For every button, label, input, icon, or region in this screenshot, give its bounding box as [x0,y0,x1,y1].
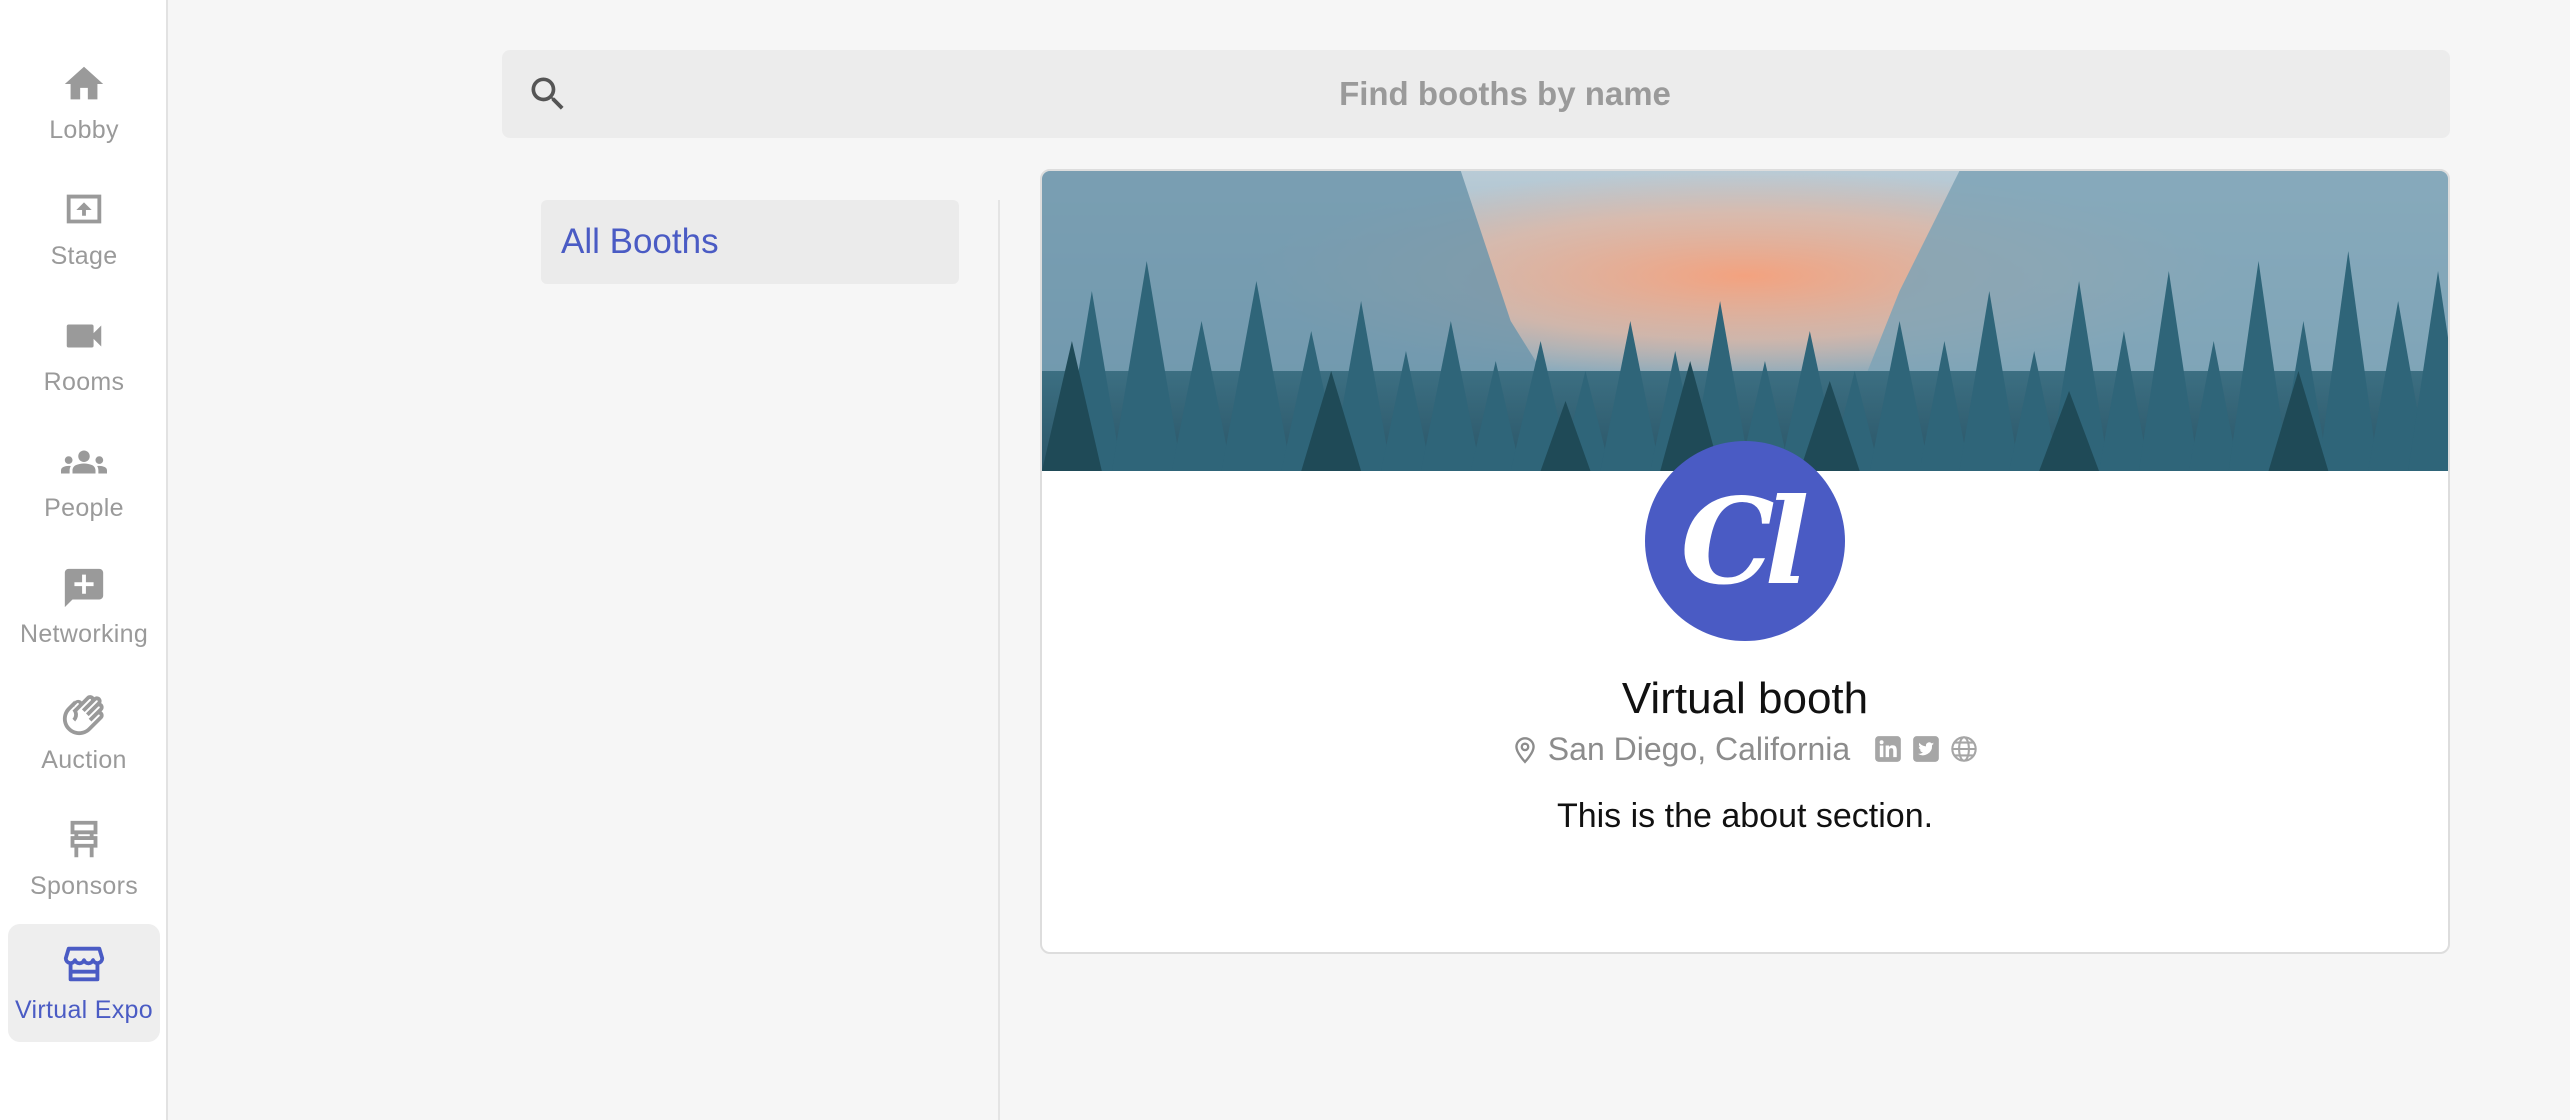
nav-item-label: Sponsors [29,872,138,900]
nav-item-label: Lobby [49,116,119,144]
search-icon[interactable] [526,72,570,116]
nav-item-networking[interactable]: Networking [8,548,160,666]
column-divider [998,200,1000,1120]
booth-card[interactable]: Cl Virtual booth San Diego, California T… [1040,169,2450,954]
twitter-icon[interactable] [1912,735,1940,763]
booth-about: This is the about section. [1556,797,1934,835]
nav-item-people[interactable]: People [8,422,160,540]
booth-location: San Diego, California [1547,731,1851,767]
nav-item-label: People [44,494,124,522]
linkedin-icon[interactable] [1874,735,1902,763]
storefront-icon [61,941,107,987]
nav-item-label: Virtual Expo [15,996,153,1024]
nav-item-label: Stage [50,242,118,270]
stage-icon [61,187,107,233]
nav-item-stage[interactable]: Stage [8,170,160,288]
people-icon [61,439,107,485]
booth-logo: Cl [1645,441,1845,641]
nav-item-lobby[interactable]: Lobby [8,44,160,162]
nav-item-label: Networking [19,620,149,648]
hands-icon [61,691,107,737]
globe-icon[interactable] [1950,735,1978,763]
nav-item-label: Rooms [43,368,125,396]
chat-plus-icon [61,565,107,611]
booth-name: Virtual booth [1621,674,1869,723]
left-nav-rail: Lobby Stage Rooms People Networking Auct… [0,0,168,1120]
booth-search-bar [502,50,2450,138]
nav-item-rooms[interactable]: Rooms [8,296,160,414]
sponsor-icon [61,817,107,863]
booth-banner-image [1042,171,2448,471]
home-icon [61,61,107,107]
social-links [1874,735,1978,763]
nav-item-auction[interactable]: Auction [8,674,160,792]
location-pin-icon [1512,734,1538,764]
nav-item-sponsors[interactable]: Sponsors [8,800,160,918]
booth-meta-row: San Diego, California [1042,727,2448,771]
nav-item-label: Auction [41,746,127,774]
category-all-booths[interactable]: All Booths [541,200,959,284]
nav-item-virtual-expo[interactable]: Virtual Expo [8,924,160,1042]
search-input[interactable] [502,50,2450,138]
video-camera-icon [61,313,107,359]
